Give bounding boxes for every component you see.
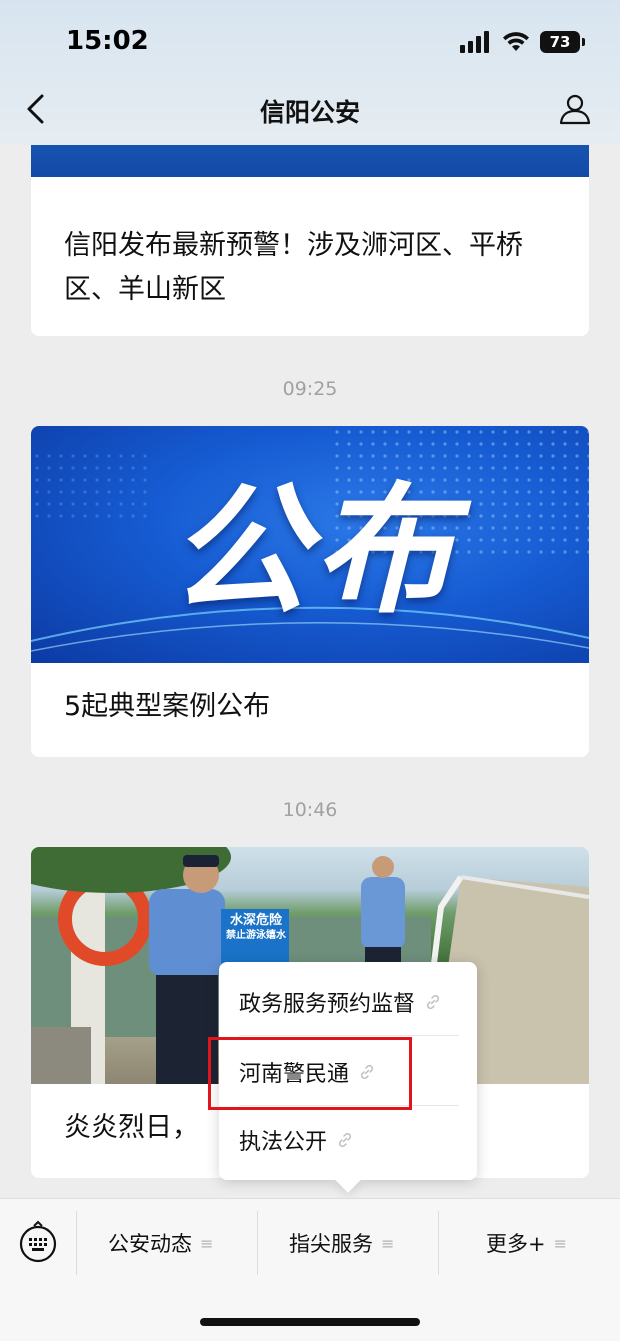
menu-divider	[257, 1211, 258, 1275]
warning-sign: 水深危险 禁止游泳嬉水	[223, 913, 289, 943]
home-indicator[interactable]	[200, 1318, 420, 1326]
highlight-box	[208, 1037, 412, 1110]
keyboard-icon[interactable]	[18, 1220, 58, 1264]
battery-level: 73	[549, 33, 571, 51]
article-2-title[interactable]: 5起典型案例公布	[64, 685, 559, 729]
battery-icon: 73	[540, 31, 585, 53]
article-1-title[interactable]: 信阳发布最新预警！涉及浉河区、平桥区、羊山新区	[64, 224, 559, 312]
menu-item-label: 指尖服务	[289, 1232, 373, 1256]
menu-item-more[interactable]: 更多+ ≡	[486, 1227, 567, 1259]
article-2-banner-text: 公布	[169, 470, 458, 633]
submenu-item-law-enforcement-disclosure[interactable]: 执法公开	[239, 1106, 459, 1174]
menu-lines-icon: ≡	[381, 1233, 395, 1253]
submenu-item-label: 政务服务预约监督	[239, 991, 416, 1017]
warning-sign-line-2: 禁止游泳嬉水	[226, 930, 286, 941]
submenu-item-appointment-supervision[interactable]: 政务服务预约监督	[239, 968, 459, 1036]
warning-sign-line-1: 水深危险	[229, 913, 282, 928]
profile-icon[interactable]	[558, 92, 592, 126]
status-icons: 73	[460, 28, 585, 56]
menu-item-police-news[interactable]: 公安动态 ≡	[108, 1227, 213, 1259]
link-icon	[427, 994, 440, 1009]
menu-divider	[76, 1211, 77, 1275]
page-title: 信阳公安	[259, 98, 360, 127]
article-2-banner: 公布	[31, 426, 589, 663]
menu-item-fingertip-services[interactable]: 指尖服务 ≡	[289, 1227, 394, 1259]
timestamp-1: 09:25	[282, 378, 338, 400]
signal-icon	[460, 31, 489, 53]
menu-divider	[438, 1211, 439, 1275]
top-area: 15:02 73 信阳公安	[0, 0, 620, 145]
link-icon	[339, 1132, 352, 1148]
timestamp-2: 10:46	[282, 799, 338, 821]
menu-lines-icon: ≡	[553, 1233, 568, 1253]
menu-lines-icon: ≡	[200, 1233, 214, 1253]
submenu-item-label: 执法公开	[239, 1130, 328, 1155]
article-card-2[interactable]: 公布 5起典型案例公布	[31, 426, 589, 757]
article-card-1[interactable]: 信阳发布最新预警！涉及浉河区、平桥区、羊山新区	[31, 120, 589, 336]
status-time: 15:02	[66, 26, 149, 56]
menu-item-label: 更多+	[486, 1232, 546, 1256]
menu-item-label: 公安动态	[108, 1232, 192, 1256]
wifi-icon	[503, 32, 529, 51]
